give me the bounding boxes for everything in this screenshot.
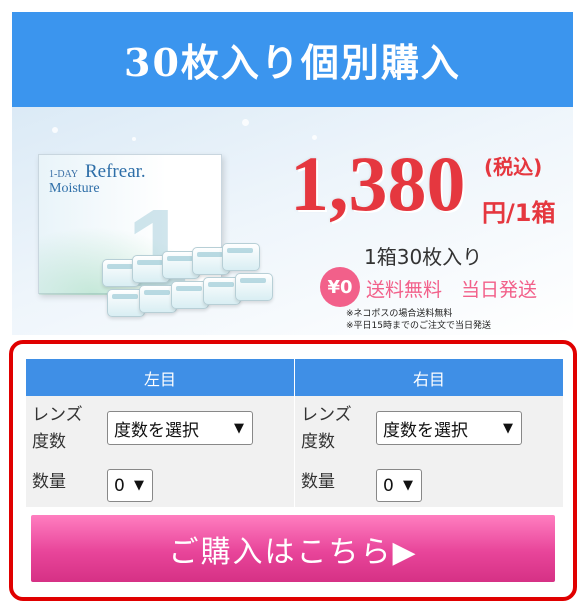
right-qty-label: 数量 — [301, 472, 335, 492]
left-eye-column: 左目 レンズ 度数 度数を選択 ▼ 数量 0 ▼ — [26, 359, 294, 507]
price-unit: 円/1箱 — [482, 199, 556, 227]
buy-button[interactable]: ご購入はこちら▶ — [31, 515, 555, 582]
tax-label: (税込) — [484, 155, 543, 179]
shipping-note-2: ※平日15時までのご注文で当日発送 — [346, 321, 491, 331]
pack-quantity: 1箱30枚入り — [364, 245, 483, 269]
left-eye-header: 左目 — [26, 359, 294, 396]
product-hero: 1 1-DAY Refrear. Moisture 1,380 (税込) 円/1… — [12, 107, 573, 335]
left-power-label: レンズ 度数 — [32, 405, 83, 452]
left-qty-label: 数量 — [32, 472, 66, 492]
right-power-label: レンズ 度数 — [301, 405, 352, 452]
page-header: 30枚入り個別購入 — [12, 12, 573, 107]
right-eye-column: 右目 レンズ 度数 度数を選択 ▼ 数量 0 ▼ — [295, 359, 563, 507]
chevron-down-icon: ▼ — [234, 420, 244, 436]
page-title: 30枚入り個別購入 — [124, 40, 461, 85]
order-panel: 左目 レンズ 度数 度数を選択 ▼ 数量 0 ▼ 右目 レンズ 度数 度数を選択… — [9, 340, 577, 601]
chevron-down-icon: ▼ — [134, 478, 144, 493]
price-amount: 1,380 — [290, 140, 466, 227]
lens-blisters-image — [102, 243, 282, 329]
right-eye-header: 右目 — [295, 359, 563, 396]
chevron-down-icon: ▼ — [403, 478, 413, 493]
free-shipping-badge: ¥0 — [320, 267, 360, 307]
right-qty-select[interactable]: 0 ▼ — [376, 469, 422, 502]
left-qty-select[interactable]: 0 ▼ — [107, 469, 153, 502]
left-power-select[interactable]: 度数を選択 ▼ — [107, 411, 253, 445]
right-power-select[interactable]: 度数を選択 ▼ — [376, 411, 522, 445]
shipping-text: 送料無料 当日発送 — [366, 279, 538, 301]
chevron-down-icon: ▼ — [503, 420, 513, 436]
